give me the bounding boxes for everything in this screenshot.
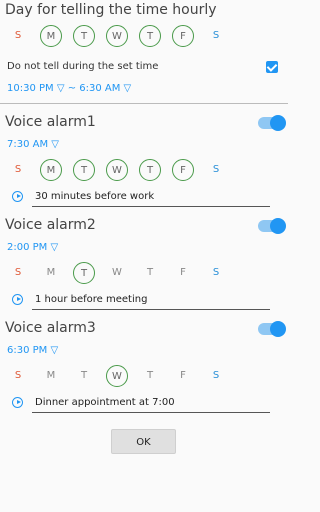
alarm1-day-thu[interactable]: T [139,159,161,181]
alarm3-day-tue[interactable]: T [73,365,95,387]
alarm1-toggle[interactable] [258,115,286,131]
alarm2-play-icon[interactable] [12,294,23,305]
alarm1-title: Voice alarm1 [5,114,96,130]
hourly-day-fri[interactable]: F [172,25,194,47]
alarm1-message[interactable]: 30 minutes before work [35,191,154,202]
alarm1-play-icon[interactable] [12,191,23,202]
section-divider [0,103,288,104]
alarm3-title: Voice alarm3 [5,320,96,336]
alarm1-day-sun[interactable]: S [7,159,29,181]
alarm1-day-wed[interactable]: W [106,159,128,181]
alarm1-day-fri[interactable]: F [172,159,194,181]
alarm3-time[interactable]: 6:30 PM ▽ [7,345,58,356]
alarm2-time[interactable]: 2:00 PM ▽ [7,242,58,253]
alarm1-day-tue[interactable]: T [73,159,95,181]
alarm2-message[interactable]: 1 hour before meeting [35,294,147,305]
alarm3-day-sat[interactable]: S [205,365,227,387]
alarm1-day-sat[interactable]: S [205,159,227,181]
dnd-checkbox[interactable] [266,61,278,73]
alarm2-day-mon[interactable]: M [40,262,62,284]
alarm1-day-mon[interactable]: M [40,159,62,181]
alarm2-day-selector: S M T W T F S [0,262,288,288]
hourly-day-sun[interactable]: S [7,25,29,47]
alarm3-day-wed[interactable]: W [106,365,128,387]
alarm3-day-thu[interactable]: T [139,365,161,387]
hourly-day-thu[interactable]: T [139,25,161,47]
hourly-day-wed[interactable]: W [106,25,128,47]
dnd-time-range[interactable]: 10:30 PM ▽ ~ 6:30 AM ▽ [7,83,131,94]
alarm2-day-sat[interactable]: S [205,262,227,284]
alarm2-day-fri[interactable]: F [172,262,194,284]
toggle-knob [270,321,286,337]
alarm3-day-mon[interactable]: M [40,365,62,387]
hourly-day-mon[interactable]: M [40,25,62,47]
hourly-title: Day for telling the time hourly [5,2,217,18]
alarm3-play-icon[interactable] [12,397,23,408]
alarm3-toggle[interactable] [258,321,286,337]
alarm2-toggle[interactable] [258,218,286,234]
alarm1-message-underline [32,206,270,207]
alarm2-day-sun[interactable]: S [7,262,29,284]
alarm3-message-underline [32,412,270,413]
alarm3-day-selector: S M T W T F S [0,365,288,391]
hourly-day-selector: S M T W T F S [0,25,288,51]
alarm3-day-fri[interactable]: F [172,365,194,387]
alarm2-day-wed[interactable]: W [106,262,128,284]
alarm2-day-thu[interactable]: T [139,262,161,284]
alarm3-message[interactable]: Dinner appointment at 7:00 [35,397,175,408]
ok-button[interactable]: OK [111,429,176,454]
alarm1-day-selector: S M T W T F S [0,159,288,185]
toggle-knob [270,115,286,131]
dnd-label: Do not tell during the set time [7,61,159,72]
alarm2-message-underline [32,309,270,310]
alarm2-title: Voice alarm2 [5,217,96,233]
hourly-day-sat[interactable]: S [205,25,227,47]
alarm1-time[interactable]: 7:30 AM ▽ [7,139,59,150]
alarm3-day-sun[interactable]: S [7,365,29,387]
alarm2-day-tue[interactable]: T [73,262,95,284]
hourly-day-tue[interactable]: T [73,25,95,47]
toggle-knob [270,218,286,234]
